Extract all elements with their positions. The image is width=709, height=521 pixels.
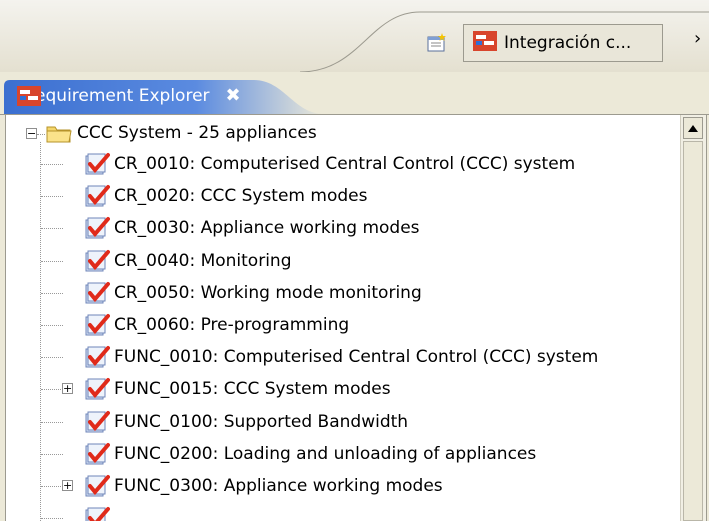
tab-requirement-explorer[interactable]: Requirement Explorer ✖ <box>4 80 334 114</box>
requirement-check-icon <box>84 248 110 279</box>
requirement-tree-panel: − CCC System - 25 appliances CR_0010: Co… <box>5 115 707 521</box>
requirements-perspective-icon <box>472 29 498 58</box>
tree-item-label: CR_0060: Pre-programming <box>114 315 350 335</box>
requirement-check-icon <box>84 151 110 182</box>
scrollbar-thumb[interactable] <box>683 141 703 521</box>
requirement-check-icon <box>84 473 110 504</box>
open-perspective-icon[interactable] <box>420 28 454 60</box>
collapse-icon[interactable]: − <box>26 128 37 139</box>
tree-root-label: CCC System - 25 appliances <box>77 123 317 143</box>
tree-item-label: FUNC_0010: Computerised Central Control … <box>114 347 599 368</box>
tree-item-label: FUNC_0100: Supported Bandwidth <box>114 411 409 432</box>
tab-label: Requirement Explorer <box>24 85 210 106</box>
folder-icon <box>46 122 72 149</box>
perspective-label: Integración c... <box>504 33 632 53</box>
close-icon[interactable]: ✖ <box>226 85 241 106</box>
expand-icon[interactable]: + <box>62 383 73 395</box>
tree-item-label: FUNC_0200: Loading and unloading of appl… <box>114 443 537 464</box>
tree-item-label: CR_0030: Appliance working modes <box>114 218 420 239</box>
view-toolbar: Requirement Explorer ✖ <box>0 74 709 181</box>
requirement-check-icon <box>84 312 110 343</box>
tree-connector <box>40 142 41 521</box>
expand-icon[interactable]: + <box>62 480 73 491</box>
tree-item-label: FUNC_0015: CCC System modes <box>114 379 391 400</box>
perspective-button[interactable]: Integración c... <box>463 24 663 62</box>
requirement-check-icon <box>84 344 110 375</box>
requirement-check-icon <box>84 409 110 440</box>
requirement-check-icon <box>84 441 110 472</box>
requirement-check-icon <box>84 376 110 407</box>
tree-item-label: CR_0040: Monitoring <box>114 250 292 271</box>
tree-item-label: CR_0050: Working mode monitoring <box>114 282 422 303</box>
more-perspectives-chevron-icon[interactable]: › <box>694 28 701 49</box>
requirement-check-icon <box>84 280 110 311</box>
scroll-up-arrow-icon[interactable] <box>683 117 703 139</box>
tree-item-label: FUNC_0300: Appliance working modes <box>114 476 443 496</box>
perspective-bar: Integración c... › <box>0 0 709 72</box>
requirement-check-icon <box>84 505 110 521</box>
tree-item-label: CR_0020: CCC System modes <box>114 186 368 207</box>
tree-item-label: CR_0010: Computerised Central Control (C… <box>114 154 576 174</box>
requirement-check-icon <box>84 215 110 246</box>
vertical-scrollbar[interactable] <box>680 115 706 521</box>
requirement-check-icon <box>84 183 110 214</box>
